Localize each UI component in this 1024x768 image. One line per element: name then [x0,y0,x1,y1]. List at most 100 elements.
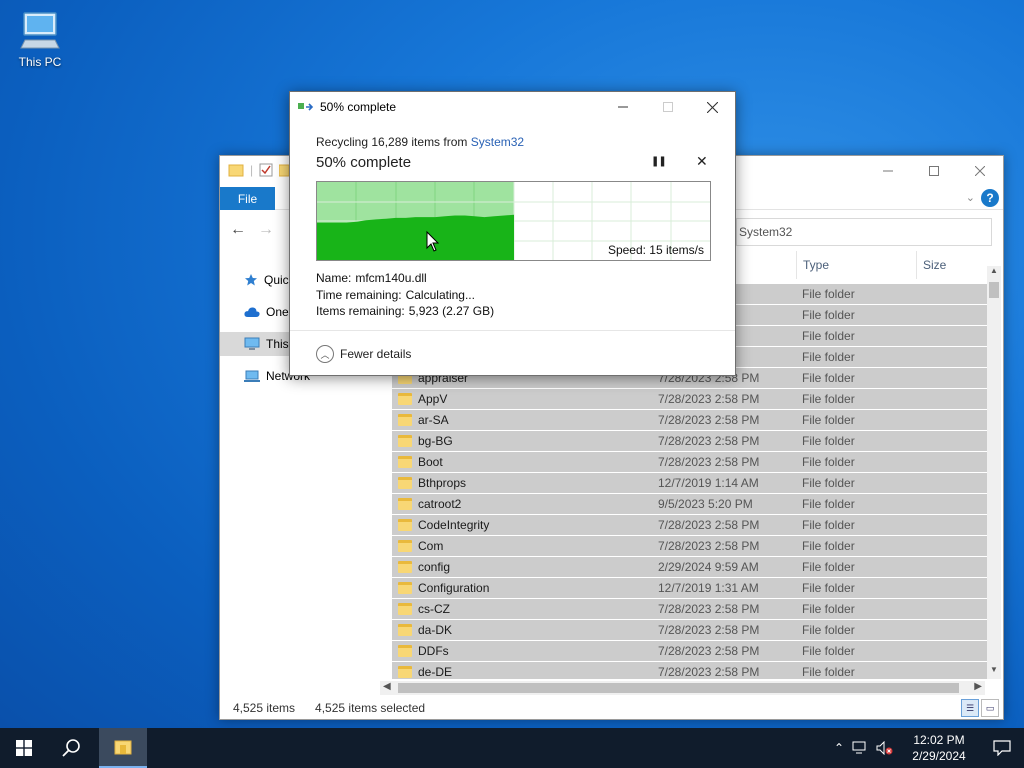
folder-icon [398,624,412,636]
row-type: File folder [802,392,855,406]
row-name: Com [418,539,444,553]
minimize-icon [883,170,893,172]
back-arrow-icon[interactable]: ← [230,221,246,239]
search-button[interactable] [48,728,96,768]
row-type: File folder [802,623,855,637]
row-name: Configuration [418,581,490,595]
table-row[interactable]: config 2/29/2024 9:59 AM File folder [392,557,987,578]
detail-label: Time remaining: [316,287,402,302]
scroll-down-arrow-icon[interactable]: ▼ [987,665,1001,679]
horizontal-scrollbar[interactable]: ◀ ▶ [380,681,985,695]
detail-label: Name: [316,271,352,285]
row-type: File folder [802,581,855,595]
taskbar: ⌃ 12:02 PM 2/29/2024 [0,728,1024,768]
row-type: File folder [802,539,855,553]
close-icon [707,101,718,113]
taskbar-clock[interactable]: 12:02 PM 2/29/2024 [904,732,974,764]
close-icon [975,166,985,176]
scroll-right-arrow-icon[interactable]: ▶ [974,681,982,692]
scroll-left-arrow-icon[interactable]: ◀ [383,681,391,692]
folder-icon [398,498,412,510]
folder-icon [228,164,244,177]
chevron-down-icon[interactable]: ⌄ [966,191,975,204]
properties-icon[interactable] [259,163,273,177]
row-type: File folder [802,518,855,532]
windows-logo-icon [16,740,32,756]
minimize-icon [617,106,628,108]
progress-graph: Speed: 15 items/s [316,181,711,261]
desktop-icon-label: This PC [18,55,62,69]
file-tab[interactable]: File [220,187,275,210]
pause-icon[interactable]: ❚❚ [651,156,667,167]
row-type: File folder [802,560,855,574]
row-type: File folder [802,434,855,448]
column-header-size[interactable]: Size [916,251,987,279]
status-bar: 4,525 items 4,525 items selected ☰ ▭ [220,697,1003,719]
table-row[interactable]: Boot 7/28/2023 2:58 PM File folder [392,452,987,473]
new-folder-icon[interactable] [279,163,290,177]
row-date: 7/28/2023 2:58 PM [658,518,760,532]
folder-icon [398,666,412,678]
desktop-icon-this-pc[interactable]: This PC [12,10,68,69]
folder-icon [398,582,412,594]
fewer-details-button[interactable]: ︿ Fewer details [316,345,411,363]
monitor-icon [20,12,60,49]
table-row[interactable]: DDFs 7/28/2023 2:58 PM File folder [392,641,987,662]
minimize-button[interactable] [600,92,645,122]
details-view-icon[interactable]: ☰ [961,699,979,717]
action-center-button[interactable] [980,728,1024,768]
minimize-button[interactable] [865,156,911,186]
table-row[interactable]: bg-BG 7/28/2023 2:58 PM File folder [392,431,987,452]
address-bar[interactable]: System32 [736,218,992,246]
row-name: de-DE [418,665,453,679]
vertical-scrollbar[interactable]: ▲ ▼ [987,266,1001,679]
table-row[interactable]: ar-SA 7/28/2023 2:58 PM File folder [392,410,987,431]
network-status-icon[interactable] [852,741,868,755]
row-name: Boot [418,455,443,469]
row-date: 12/7/2019 1:14 AM [658,476,759,490]
table-row[interactable]: AppV 7/28/2023 2:58 PM File folder [392,389,987,410]
table-row[interactable]: cs-CZ 7/28/2023 2:58 PM File folder [392,599,987,620]
scroll-thumb[interactable] [398,683,959,693]
help-button[interactable]: ? [981,189,999,207]
selected-count: 4,525 items selected [315,701,426,715]
sidebar-item-label: This [266,337,289,351]
table-row[interactable]: Bthprops 12/7/2019 1:14 AM File folder [392,473,987,494]
row-type: File folder [802,602,855,616]
table-row[interactable]: Configuration 12/7/2019 1:31 AM File folde… [392,578,987,599]
folder-icon [398,477,412,489]
progress-details: Name: mfcm140u.dll Time remaining: Calcula… [316,270,494,320]
table-row[interactable]: catroot2 9/5/2023 5:20 PM File folder [392,494,987,515]
forward-arrow-icon[interactable]: → [258,221,274,239]
detail-value: 5,923 (2.27 GB) [408,304,495,318]
folder-icon [398,540,412,552]
volume-muted-icon[interactable] [876,741,894,755]
search-icon [62,739,80,757]
fewer-details-label: Fewer details [340,347,412,361]
maximize-button[interactable] [911,156,957,186]
source-folder-link[interactable]: System32 [471,135,524,149]
chevron-up-icon: ︿ [316,345,334,363]
start-button[interactable] [0,728,48,768]
cancel-icon[interactable]: ✕ [696,153,708,170]
taskbar-file-explorer[interactable] [99,728,147,768]
column-header-type[interactable]: Type [796,251,916,279]
close-button[interactable] [957,156,1003,186]
progress-dialog: 50% complete Recycling 16,289 items from… [289,91,736,376]
large-icons-view-icon[interactable]: ▭ [981,699,999,717]
table-row[interactable]: de-DE 7/28/2023 2:58 PM File folder [392,662,987,679]
scroll-up-arrow-icon[interactable]: ▲ [987,266,1001,280]
table-row[interactable]: Com 7/28/2023 2:58 PM File folder [392,536,987,557]
row-name: config [418,560,451,574]
scroll-thumb[interactable] [989,282,999,298]
folder-icon [398,519,412,531]
close-button[interactable] [690,92,735,122]
folder-icon [398,561,412,573]
chevron-up-icon[interactable]: ⌃ [834,741,844,755]
view-buttons: ☰ ▭ [961,699,999,717]
table-row[interactable]: da-DK 7/28/2023 2:58 PM File folder [392,620,987,641]
folder-icon [398,435,412,447]
table-row[interactable]: CodeIntegrity 7/28/2023 2:58 PM File folde… [392,515,987,536]
row-date: 9/5/2023 5:20 PM [658,497,753,511]
folder-icon [398,414,412,426]
